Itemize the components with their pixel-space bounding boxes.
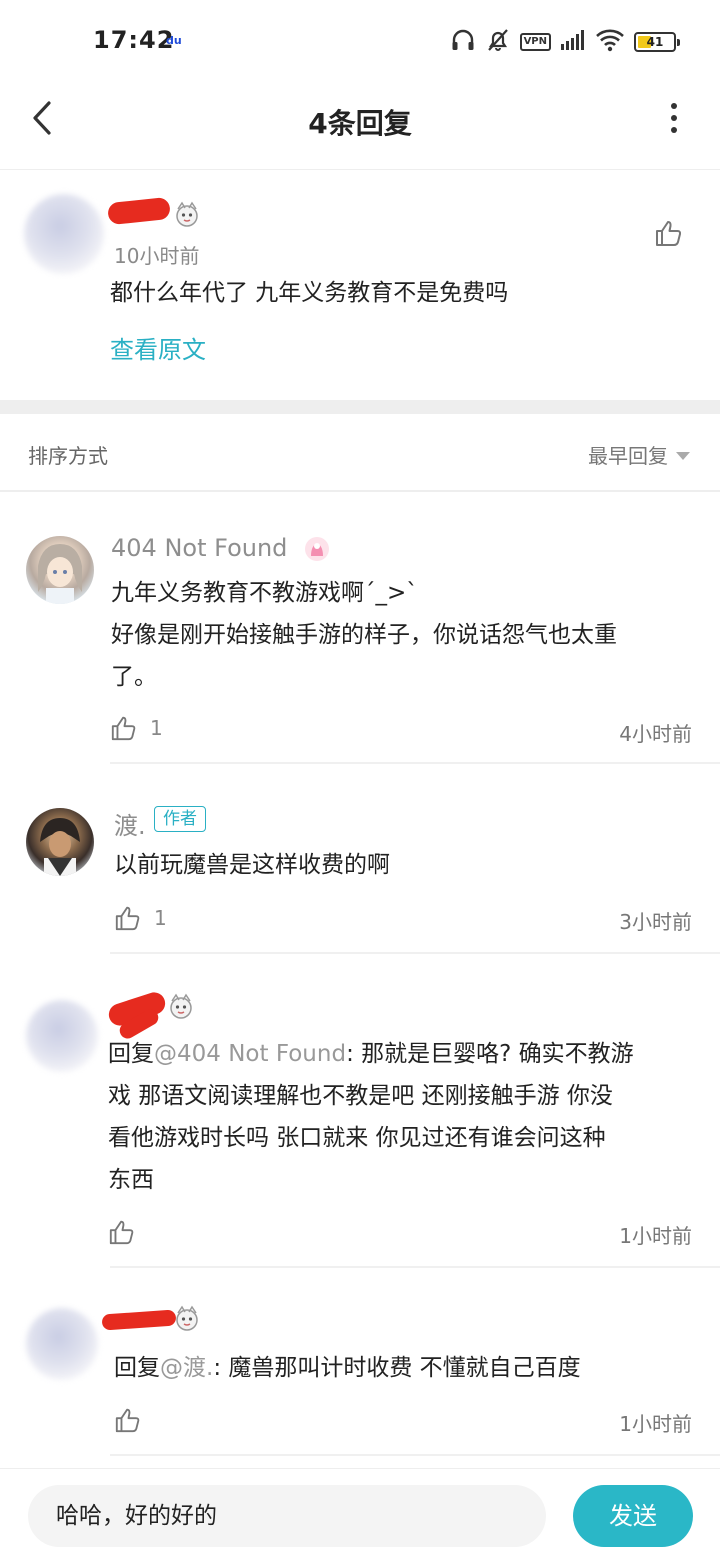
sort-selected: 最早回复	[588, 444, 668, 468]
username[interactable]: 404 Not Found	[111, 534, 287, 562]
redacted-username	[107, 196, 171, 226]
chevron-down-icon	[676, 451, 690, 460]
reply-item: 回复@404 Not Found: 那就是巨婴咯? 确实不教游 戏 那语文阅读理…	[0, 954, 720, 1268]
wifi-icon	[595, 28, 625, 56]
reply-time: 4小时前	[619, 722, 692, 746]
reply-line-rest: : 那就是巨婴咯? 确实不教游	[346, 1041, 634, 1067]
anime-boy-avatar-icon	[40, 818, 80, 876]
level-badge-icon	[170, 993, 192, 1019]
send-button[interactable]: 发送	[573, 1485, 693, 1547]
mention-link[interactable]: @404 Not Found	[154, 1041, 346, 1067]
reply-input[interactable]: 哈哈，好的好的	[28, 1485, 546, 1547]
sort-dropdown[interactable]: 最早回复	[588, 440, 690, 469]
reply-line: 看他游戏时长吗 张口就来 你见过还有谁会问这种	[108, 1125, 606, 1151]
like-count: 1	[150, 716, 163, 740]
reply-line: 回复@404 Not Found: 那就是巨婴咯? 确实不教游	[108, 1033, 634, 1075]
reply-line: 回复@渡.: 魔兽那叫计时收费 不懂就自己百度	[114, 1347, 581, 1389]
reply-line: 东西	[108, 1167, 154, 1193]
more-dot-icon	[671, 115, 677, 121]
avatar[interactable]	[26, 808, 94, 876]
reply-line: 戏 那语文阅读理解也不教是吧 还刚接触手游 你没	[108, 1083, 613, 1109]
vpn-icon: VPN	[519, 33, 551, 51]
reply-prefix: 回复	[114, 1355, 160, 1381]
reply-text: 以前玩魔兽是这样收费的啊	[114, 844, 390, 886]
thumbs-up-icon[interactable]	[654, 218, 684, 248]
avatar[interactable]	[26, 1000, 98, 1072]
signal-icon	[560, 29, 586, 55]
divider	[110, 1454, 720, 1456]
section-divider	[0, 400, 720, 414]
reply-time: 3小时前	[619, 910, 692, 934]
reply-line: 九年义务教育不教游戏啊ˊ_>ˋ	[111, 580, 418, 606]
status-time: 17:42	[93, 26, 175, 54]
original-comment: 10小时前 都什么年代了 九年义务教育不是免费吗 查看原文	[0, 170, 720, 400]
thumbs-up-icon	[115, 1408, 140, 1433]
like-button[interactable]	[114, 1406, 142, 1434]
reply-line: 以前玩魔兽是这样收费的啊	[114, 852, 390, 878]
redacted-username	[101, 1309, 177, 1331]
avatar[interactable]	[24, 194, 104, 274]
thumbs-up-icon	[111, 716, 136, 741]
comment-text: 都什么年代了 九年义务教育不是免费吗	[110, 280, 509, 306]
mute-bell-icon	[485, 27, 511, 57]
comment-time: 10小时前	[114, 244, 200, 268]
view-original-link[interactable]: 查看原文	[110, 330, 206, 365]
author-badge: 作者	[154, 806, 206, 832]
level-badge-icon	[176, 201, 198, 227]
like-button[interactable]: 1	[110, 714, 163, 742]
reply-item: 渡. 作者 以前玩魔兽是这样收费的啊 1 3小时前	[0, 764, 720, 954]
reply-text: 回复@渡.: 魔兽那叫计时收费 不懂就自己百度	[114, 1347, 581, 1389]
status-icons: VPN 41	[450, 26, 680, 58]
reply-time: 1小时前	[619, 1412, 692, 1436]
reply-line: 好像是刚开始接触手游的样子，你说话怨气也太重	[111, 622, 617, 648]
reply-item: 回复@渡.: 魔兽那叫计时收费 不懂就自己百度 1小时前	[0, 1268, 720, 1458]
more-dot-icon	[671, 127, 677, 133]
sort-bar: 排序方式 最早回复	[0, 414, 720, 492]
top-bar: 4条回复	[0, 80, 720, 170]
battery-icon: 41	[634, 32, 680, 52]
thumbs-up-icon	[109, 1220, 134, 1245]
reply-item: 404 Not Found 九年义务教育不教游戏啊ˊ_>ˋ 好像是刚开始接触手游…	[0, 492, 720, 764]
headset-icon	[450, 27, 476, 57]
avatar[interactable]	[26, 1308, 98, 1380]
avatar[interactable]	[26, 536, 94, 604]
like-count: 1	[154, 906, 167, 930]
username[interactable]: 渡.	[114, 806, 146, 841]
mention-link[interactable]: @渡.	[160, 1355, 213, 1381]
reply-line: 了。	[111, 664, 157, 690]
like-button[interactable]	[108, 1218, 136, 1246]
reply-input-bar: 哈哈，好的好的 发送	[0, 1468, 720, 1560]
reply-line-rest: : 魔兽那叫计时收费 不懂就自己百度	[213, 1355, 581, 1381]
sort-label: 排序方式	[28, 444, 108, 468]
like-button[interactable]: 1	[114, 904, 167, 932]
reply-time: 1小时前	[619, 1224, 692, 1248]
reply-text: 九年义务教育不教游戏啊ˊ_>ˋ 好像是刚开始接触手游的样子，你说话怨气也太重 了…	[111, 572, 617, 698]
status-bar: 17:42 du VPN 41	[0, 0, 720, 80]
carrier-badge: du	[166, 34, 182, 47]
reply-prefix: 回复	[108, 1041, 154, 1067]
reply-text: 回复@404 Not Found: 那就是巨婴咯? 确实不教游 戏 那语文阅读理…	[108, 1033, 634, 1201]
battery-percent: 41	[646, 35, 664, 49]
level-badge-icon	[176, 1305, 198, 1331]
more-options-button[interactable]	[662, 100, 686, 136]
thumbs-up-icon	[115, 906, 140, 931]
page-title: 4条回复	[308, 107, 412, 140]
more-dot-icon	[671, 103, 677, 109]
anime-girl-avatar-icon	[38, 544, 82, 604]
pink-badge-icon	[305, 537, 329, 561]
